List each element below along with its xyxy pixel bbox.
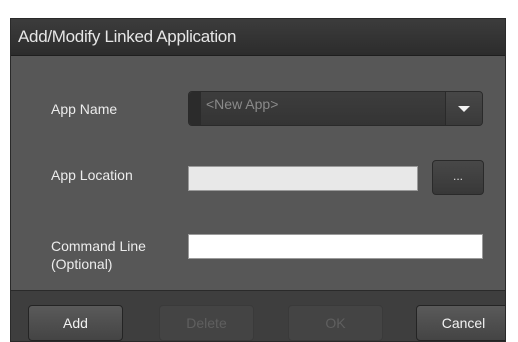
chevron-down-icon <box>458 106 470 112</box>
command-line-input[interactable] <box>188 234 483 259</box>
dialog-footer: Add Delete OK Cancel <box>11 290 505 341</box>
add-button[interactable]: Add <box>28 305 123 341</box>
linked-application-dialog: Add/Modify Linked Application App Name <… <box>10 18 506 342</box>
delete-button[interactable]: Delete <box>159 305 254 341</box>
app-location-input[interactable] <box>188 166 418 191</box>
dialog-title: Add/Modify Linked Application <box>18 27 237 46</box>
app-name-dropdown[interactable]: <New App> <box>188 91 483 126</box>
app-name-selected-value: <New App> <box>206 96 279 112</box>
ok-button[interactable]: OK <box>288 305 383 341</box>
dropdown-toggle-button[interactable] <box>445 92 482 125</box>
app-name-label: App Name <box>51 101 118 117</box>
dialog-titlebar[interactable]: Add/Modify Linked Application <box>11 19 505 56</box>
dropdown-stripe <box>189 92 201 125</box>
app-location-label: App Location <box>51 167 133 183</box>
command-line-label: Command Line <box>51 238 146 254</box>
browse-button[interactable]: ... <box>432 160 484 195</box>
cancel-button[interactable]: Cancel <box>416 305 505 341</box>
command-line-optional-label: (Optional) <box>51 256 113 272</box>
